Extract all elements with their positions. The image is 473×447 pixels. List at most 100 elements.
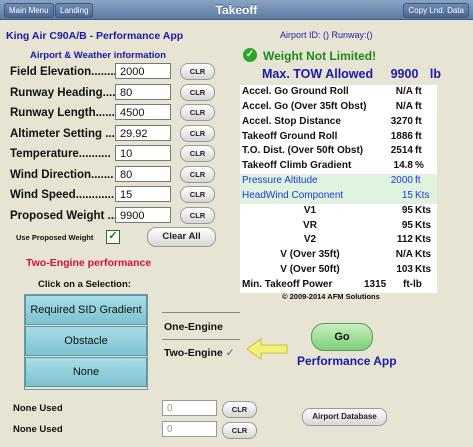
copy-landing-data-button[interactable]: Copy Lnd. Data (403, 3, 469, 18)
altimeter-setting-input[interactable]: 29.92 (115, 125, 171, 141)
temperature-input[interactable]: 10 (115, 145, 171, 161)
two-engine-performance-title: Two-Engine performance (26, 257, 152, 269)
result-unit: ft (415, 145, 422, 157)
performance-app-label: Performance App (297, 354, 397, 368)
result-unit: ft (415, 100, 422, 112)
result-value: 14.8 (393, 160, 413, 172)
result-label: VR (303, 219, 317, 231)
engine-divider-middle (162, 339, 240, 340)
none-used-clr-button[interactable]: CLR (222, 422, 257, 439)
wind-direction-clr-button[interactable]: CLR (180, 166, 215, 183)
result-row: Takeoff Climb Gradient 14.8% (240, 159, 437, 174)
runway-length-label: Runway Length...... (10, 107, 115, 119)
result-row: T.O. Dist. (Over 50ft Obst) 2514 ft (240, 144, 437, 159)
max-tow-allowed: Max. TOW Allowed 9900 lb (262, 67, 441, 81)
result-value: 112 (396, 234, 413, 246)
result-label: V2 (303, 234, 317, 246)
result-unit: Kts (415, 249, 432, 261)
go-button[interactable]: Go (311, 323, 373, 351)
wind-speed-clr-button[interactable]: CLR (180, 186, 215, 203)
result-row: Takeoff Ground Roll 1886 ft (240, 130, 437, 145)
result-label: Accel. Go Ground Roll (242, 86, 349, 97)
one-engine-option[interactable]: One-Engine (164, 321, 223, 333)
wind-speed-input[interactable]: 15 (115, 186, 171, 202)
use-proposed-weight-checkbox[interactable]: ✓ (106, 230, 120, 244)
result-value: N/A (395, 249, 413, 261)
result-unit: ft (415, 115, 422, 127)
result-unit: Kts (415, 234, 432, 246)
result-row: Min. Takeoff Power 1315 ft-lb (240, 278, 437, 293)
result-unit: Kts (415, 264, 432, 276)
check-circle-icon: ✓ (243, 48, 257, 62)
airport-id-label: Airport ID: () Runway:() (280, 30, 373, 40)
airport-database-button[interactable]: Airport Database (302, 408, 387, 426)
result-value: 1315 (364, 278, 387, 290)
proposed-weight-input[interactable]: 9900 (115, 207, 171, 223)
altimeter-setting-clr-button[interactable]: CLR (180, 125, 215, 142)
result-row: Accel. Stop Distance 3270 ft (240, 115, 437, 130)
result-value: N/A (395, 86, 413, 97)
none-button[interactable]: None (25, 357, 147, 387)
inputs-section-title: Airport & Weather information (30, 50, 166, 61)
none-used-label: None Used (13, 424, 63, 435)
field-elevation-input[interactable]: 2000 (115, 63, 171, 79)
max-tow-unit: lb (429, 67, 442, 81)
result-label: V (Over 35ft) (280, 249, 340, 261)
wind-direction-input[interactable]: 80 (115, 166, 171, 182)
runway-length-clr-button[interactable]: CLR (180, 104, 215, 121)
altimeter-setting-label: Altimeter Setting ... (10, 128, 115, 140)
result-unit: ft (415, 130, 422, 142)
result-label: HeadWind Component (242, 189, 344, 201)
proposed-weight-clr-button[interactable]: CLR (180, 207, 215, 224)
result-row: VR 95 Kts (240, 219, 437, 234)
max-tow-label: Max. TOW Allowed (262, 67, 374, 81)
engine-divider-top (162, 312, 240, 313)
temperature-label: Temperature.......... (10, 148, 111, 160)
result-label: Min. Takeoff Power (242, 278, 333, 290)
runway-heading-label: Runway Heading..... (10, 87, 119, 99)
result-unit: Kts (415, 189, 430, 201)
result-value: 95 (401, 219, 413, 231)
result-unit: ft (415, 175, 421, 187)
temperature-clr-button[interactable]: CLR (180, 145, 215, 162)
selection-button-group: Required SID Gradient Obstacle None (24, 294, 148, 390)
result-row: V1 95 Kts (240, 204, 437, 219)
result-value: 2514 (390, 145, 413, 157)
obstacle-button[interactable]: Obstacle (25, 326, 147, 356)
app-title: King Air C90A/B - Performance App (6, 30, 184, 42)
checkmark-icon: ✓ (225, 347, 235, 359)
clear-all-button[interactable]: Clear All (147, 227, 216, 247)
none-used-input[interactable]: 0 (162, 421, 217, 437)
result-row: V (Over 50ft) 103 Kts (240, 263, 437, 278)
wind-speed-label: Wind Speed............ (10, 189, 115, 201)
runway-heading-input[interactable]: 80 (115, 84, 171, 100)
wind-direction-label: Wind Direction....... (10, 169, 114, 181)
result-value: 3270 (390, 115, 413, 127)
two-engine-label: Two-Engine (164, 347, 223, 359)
result-row: HeadWind Component 15 Kts (240, 188, 437, 204)
none-used-input[interactable]: 0 (162, 400, 217, 416)
result-label: Accel. Go (Over 35ft Obst) (242, 100, 367, 112)
result-unit: Kts (415, 204, 432, 216)
click-selection-label: Click on a Selection: (38, 279, 131, 290)
runway-length-input[interactable]: 4500 (115, 104, 171, 120)
result-value: 2000 (390, 175, 413, 187)
results-table: Accel. Go Ground Roll N/A ft Accel. Go (Ov… (240, 85, 437, 293)
navigation-bar: Main Menu Landing Takeoff Copy Lnd. Data (0, 0, 473, 20)
result-value: 95 (401, 204, 413, 216)
result-unit: Kts (415, 219, 432, 231)
copyright-text: © 2009-2014 AFM Solutions (282, 292, 380, 301)
field-elevation-clr-button[interactable]: CLR (180, 63, 215, 80)
use-proposed-weight-label: Use Proposed Weight (16, 233, 94, 242)
runway-heading-clr-button[interactable]: CLR (180, 84, 215, 101)
field-elevation-label: Field Elevation........ (10, 66, 117, 78)
none-used-clr-button[interactable]: CLR (222, 401, 257, 418)
result-value: 15 (401, 189, 413, 201)
result-unit: % (415, 160, 424, 172)
result-value: 103 (396, 264, 413, 276)
result-value: 1886 (390, 130, 413, 142)
result-label: Pressure Altitude (242, 175, 318, 187)
two-engine-option[interactable]: Two-Engine ✓ (164, 347, 234, 359)
required-sid-gradient-button[interactable]: Required SID Gradient (25, 295, 147, 325)
result-row: Accel. Go (Over 35ft Obst) N/A ft (240, 100, 437, 115)
